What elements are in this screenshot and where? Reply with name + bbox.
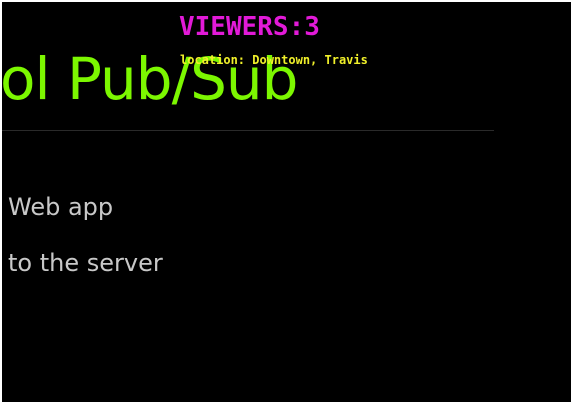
screenshot-frame: ol Pub/Sub Web app to the server VIEWERS…	[0, 0, 573, 404]
presentation-slide: ol Pub/Sub Web app to the server VIEWERS…	[2, 2, 571, 402]
viewers-count: VIEWERS:3	[179, 12, 320, 42]
title-divider	[2, 130, 494, 131]
slide-bullet: Web app	[8, 193, 114, 221]
location-label: location: Downtown, Travis	[180, 53, 368, 67]
slide-bullet: to the server	[8, 249, 163, 277]
